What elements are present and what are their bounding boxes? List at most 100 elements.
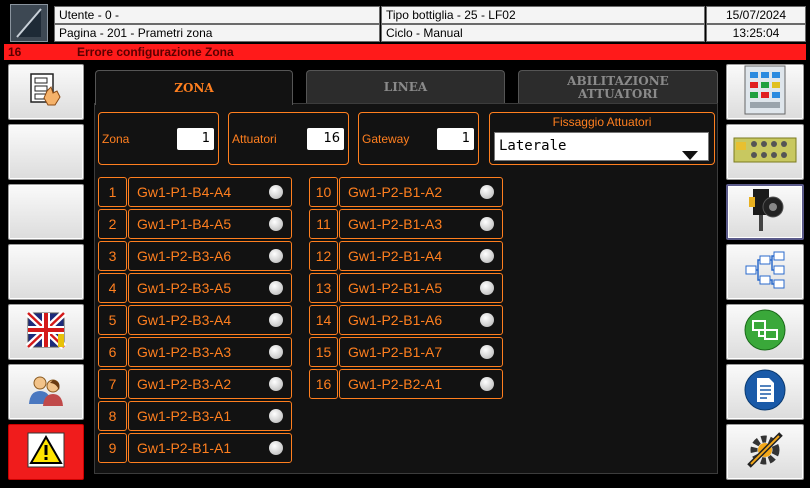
settings-hand-icon [27, 71, 65, 114]
users-button[interactable] [8, 364, 84, 420]
actuator-icon [743, 185, 787, 240]
actuator-status-indicator [269, 441, 283, 455]
actuator-name[interactable]: Gw1-P2-B1-A4 [339, 241, 503, 271]
actuator-name[interactable]: Gw1-P2-B2-A1 [339, 369, 503, 399]
actuator-row[interactable]: 8 Gw1-P2-B3-A1 [98, 401, 292, 431]
actuator-name-label: Gw1-P2-B3-A4 [137, 312, 232, 328]
actuator-row[interactable]: 13 Gw1-P2-B1-A5 [309, 273, 503, 303]
network-button[interactable] [726, 304, 804, 360]
actuator-number: 3 [98, 241, 127, 271]
cycle-field: Ciclo - Manual [381, 24, 705, 42]
actuator-name[interactable]: Gw1-P2-B3-A1 [128, 401, 292, 431]
actuator-row[interactable]: 4 Gw1-P2-B3-A5 [98, 273, 292, 303]
settings-hand-button[interactable] [8, 64, 84, 120]
hierarchy-button[interactable] [726, 244, 804, 300]
fissaggio-group: Fissaggio Attuatori Laterale [489, 112, 715, 165]
actuator-row[interactable]: 10 Gw1-P2-B1-A2 [309, 177, 503, 207]
actuator-number: 11 [309, 209, 338, 239]
actuator-row[interactable]: 7 Gw1-P2-B3-A2 [98, 369, 292, 399]
zona-input[interactable]: 1 [177, 128, 214, 150]
actuator-row[interactable]: 2 Gw1-P1-B4-A5 [98, 209, 292, 239]
actuator-number: 10 [309, 177, 338, 207]
fissaggio-value: Laterale [499, 138, 567, 154]
control-panel-button[interactable] [726, 64, 804, 120]
tab-abilitazione-label: ABILITAZIONE ATTUATORI [567, 73, 669, 101]
actuator-name[interactable]: Gw1-P2-B1-A5 [339, 273, 503, 303]
actuator-number: 9 [98, 433, 127, 463]
actuator-row[interactable]: 15 Gw1-P2-B1-A7 [309, 337, 503, 367]
fissaggio-select[interactable]: Laterale [494, 132, 709, 161]
actuator-status-indicator [480, 281, 494, 295]
actuator-name[interactable]: Gw1-P1-B4-A4 [128, 177, 292, 207]
actuator-name-label: Gw1-P1-B4-A5 [137, 216, 232, 232]
actuator-row[interactable]: 6 Gw1-P2-B3-A3 [98, 337, 292, 367]
actuator-number: 8 [98, 401, 127, 431]
uk-flag-icon [25, 309, 67, 355]
actuator-name-label: Gw1-P2-B1-A7 [348, 344, 443, 360]
error-code: 16 [8, 45, 22, 59]
actuator-name-label: Gw1-P2-B3-A6 [137, 248, 232, 264]
actuator-number: 14 [309, 305, 338, 335]
gateway-label: Gateway [362, 132, 410, 146]
bottle-type-field: Tipo bottiglia - 25 - LF02 [381, 6, 705, 24]
gateway-board-icon [732, 134, 798, 171]
actuator-name[interactable]: Gw1-P1-B4-A5 [128, 209, 292, 239]
actuator-name-label: Gw1-P2-B1-A1 [137, 440, 232, 456]
actuator-name-label: Gw1-P1-B4-A4 [137, 184, 232, 200]
actuator-button[interactable] [726, 184, 804, 240]
gateway-button[interactable] [726, 124, 804, 180]
actuator-name[interactable]: Gw1-P2-B1-A7 [339, 337, 503, 367]
actuator-row[interactable]: 1 Gw1-P1-B4-A4 [98, 177, 292, 207]
control-panel-icon [742, 64, 788, 121]
actuator-row[interactable]: 5 Gw1-P2-B3-A4 [98, 305, 292, 335]
actuator-number: 2 [98, 209, 127, 239]
actuator-number: 7 [98, 369, 127, 399]
users-icon [26, 372, 66, 413]
actuator-name[interactable]: Gw1-P2-B3-A2 [128, 369, 292, 399]
actuator-number: 6 [98, 337, 127, 367]
actuator-name-label: Gw1-P2-B1-A3 [348, 216, 443, 232]
actuator-row[interactable]: 3 Gw1-P2-B3-A6 [98, 241, 292, 271]
attuatori-label: Attuatori [232, 132, 277, 146]
empty-button-1[interactable] [8, 124, 84, 180]
actuator-status-indicator [480, 217, 494, 231]
actuator-status-indicator [269, 281, 283, 295]
document-button[interactable] [726, 364, 804, 420]
chevron-down-icon [682, 143, 698, 170]
actuator-name[interactable]: Gw1-P2-B3-A4 [128, 305, 292, 335]
actuator-name-label: Gw1-P2-B1-A4 [348, 248, 443, 264]
actuator-row[interactable]: 14 Gw1-P2-B1-A6 [309, 305, 503, 335]
tools-button[interactable] [726, 424, 804, 480]
empty-button-2[interactable] [8, 184, 84, 240]
language-button[interactable] [8, 304, 84, 360]
actuator-number: 4 [98, 273, 127, 303]
actuator-name[interactable]: Gw1-P2-B3-A5 [128, 273, 292, 303]
actuator-name[interactable]: Gw1-P2-B3-A3 [128, 337, 292, 367]
actuator-status-indicator [480, 185, 494, 199]
alarm-button[interactable] [8, 424, 84, 480]
tab-linea[interactable]: LINEA [306, 70, 505, 104]
actuator-number: 13 [309, 273, 338, 303]
actuator-name[interactable]: Gw1-P2-B1-A1 [128, 433, 292, 463]
attuatori-input[interactable]: 16 [307, 128, 344, 150]
gateway-group: Gateway 1 [358, 112, 479, 165]
actuator-row[interactable]: 9 Gw1-P2-B1-A1 [98, 433, 292, 463]
actuator-number: 1 [98, 177, 127, 207]
actuator-row[interactable]: 16 Gw1-P2-B2-A1 [309, 369, 503, 399]
network-icon [743, 308, 787, 357]
error-bar[interactable]: 16 Errore configurazione Zona [4, 44, 806, 60]
actuator-row[interactable]: 12 Gw1-P2-B1-A4 [309, 241, 503, 271]
tab-abilitazione-attuatori[interactable]: ABILITAZIONE ATTUATORI [518, 70, 718, 104]
tab-zona[interactable]: ZONA [95, 70, 293, 105]
actuator-status-indicator [269, 345, 283, 359]
actuator-name-label: Gw1-P2-B3-A5 [137, 280, 232, 296]
actuator-name[interactable]: Gw1-P2-B1-A2 [339, 177, 503, 207]
actuator-name[interactable]: Gw1-P2-B1-A6 [339, 305, 503, 335]
actuator-name[interactable]: Gw1-P2-B3-A6 [128, 241, 292, 271]
empty-button-3[interactable] [8, 244, 84, 300]
page-field: Pagina - 201 - Prametri zona [54, 24, 380, 42]
actuator-row[interactable]: 11 Gw1-P2-B1-A3 [309, 209, 503, 239]
actuator-name[interactable]: Gw1-P2-B1-A3 [339, 209, 503, 239]
actuator-status-indicator [269, 377, 283, 391]
gateway-input[interactable]: 1 [437, 128, 474, 150]
